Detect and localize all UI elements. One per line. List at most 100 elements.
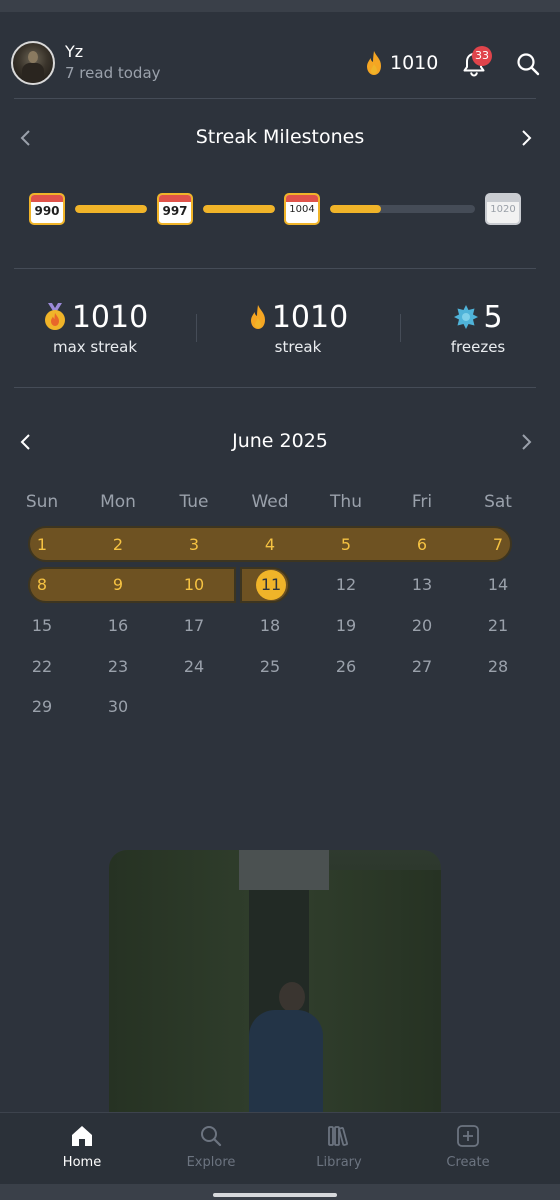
calendar-day[interactable]: 17 [174,611,214,641]
weekday-label: Wed [251,492,289,512]
nav-label: Library [316,1155,362,1170]
calendar-day[interactable]: 23 [98,652,138,682]
avatar[interactable] [11,41,55,85]
library-icon [328,1126,348,1146]
today-marker[interactable]: 11 [256,570,286,600]
milestone-progress-bar [75,205,147,213]
nav-label: Home [62,1155,102,1170]
flame-icon [367,51,381,75]
nav-label: Create [446,1155,490,1170]
system-nav-bar [0,1184,560,1200]
medal-flame-icon [44,303,65,330]
max-streak-label: max streak [52,338,138,356]
nav-home[interactable]: Home [32,1123,132,1179]
user-name: Yz [65,42,84,61]
status-strip [0,0,560,12]
calendar-day[interactable]: 19 [326,611,366,641]
milestone-progress-fill [203,205,275,213]
calendar-day[interactable]: 6 [402,530,442,560]
header-streak-count: 1010 [390,52,439,74]
calendar-day[interactable]: 9 [98,570,138,600]
stat-streak: 1010 streak [208,298,388,356]
milestone-progress-fill [330,205,381,213]
milestone-badge: 997 [157,193,193,225]
avatar-body [22,63,44,83]
calendar-day[interactable]: 18 [250,611,290,641]
home-indicator[interactable] [213,1193,337,1197]
flame-icon [250,305,265,329]
notification-badge: 33 [472,46,492,66]
weekday-label: Sat [484,492,512,512]
calendar-day[interactable]: 12 [326,570,366,600]
milestone-progress-bar [203,205,275,213]
milestones-title: Streak Milestones [195,126,365,148]
header: Yz 7 read today 1010 33 [0,38,560,90]
calendar-day[interactable]: 22 [22,652,62,682]
divider [14,387,536,388]
divider [14,268,536,269]
milestone-label: 1020 [490,204,516,215]
calendar-day[interactable]: 29 [22,692,62,722]
header-streak[interactable]: 1010 [364,50,438,76]
stat-separator [196,314,197,342]
home-icon [72,1126,92,1146]
weekday-label: Fri [411,492,433,512]
calendar-day[interactable]: 1 [22,530,62,560]
calendar-day[interactable]: 10 [174,570,214,600]
calendar-day[interactable]: 26 [326,652,366,682]
user-subtitle: 7 read today [65,64,161,82]
nav-explore[interactable]: Explore [161,1123,261,1179]
weekday-label: Mon [100,492,136,512]
streak-value: 1010 [271,299,349,335]
milestone-label: 1004 [289,204,315,215]
search-icon [201,1126,222,1147]
weekday-label: Thu [330,492,362,512]
person-body [249,1010,323,1112]
calendar-day[interactable]: 21 [478,611,518,641]
milestone-badge: 1004 [284,193,320,225]
weekday-label: Sun [25,492,59,512]
nav-label: Explore [186,1155,236,1170]
calendar-day[interactable]: 30 [98,692,138,722]
calendar-day[interactable]: 16 [98,611,138,641]
nav-create[interactable]: Create [418,1123,518,1179]
stat-max-streak: 1010 max streak [5,298,185,356]
calendar-day[interactable]: 24 [174,652,214,682]
milestone-badge: 990 [29,193,65,225]
badge-cap [286,195,318,202]
badge-cap [159,195,191,202]
plus-square-icon [457,1125,479,1147]
bottom-nav: Home Explore Library Create [0,1112,560,1184]
calendar-day[interactable]: 27 [402,652,442,682]
calendar-day[interactable]: 7 [478,530,518,560]
calendar-month-label: June 2025 [232,430,328,452]
calendar-day[interactable]: 2 [98,530,138,560]
book-cover-image[interactable] [109,850,441,1112]
calendar-day[interactable]: 14 [478,570,518,600]
calendar-day[interactable]: 15 [22,611,62,641]
search-icon[interactable] [514,50,542,78]
freezes-label: freezes [450,338,506,356]
chevron-right-icon[interactable] [514,126,538,150]
calendar-day[interactable]: 28 [478,652,518,682]
avatar-head [28,51,38,63]
milestone-progress-fill [75,205,147,213]
calendar-day[interactable]: 13 [402,570,442,600]
chevron-right-icon[interactable] [514,430,538,454]
calendar-day[interactable]: 8 [22,570,62,600]
calendar-day[interactable]: 4 [250,530,290,560]
calendar-day[interactable]: 3 [174,530,214,560]
person-head [279,982,305,1012]
calendar-day[interactable]: 20 [402,611,442,641]
streak-label: streak [274,338,322,356]
calendar-day[interactable]: 5 [326,530,366,560]
snowflake-icon [454,305,479,329]
milestone-label: 997 [162,204,188,218]
milestone-progress-bar [330,205,475,213]
hedge-left [109,850,249,1112]
nav-library[interactable]: Library [289,1123,389,1179]
divider [14,98,536,99]
calendar-day[interactable]: 25 [250,652,290,682]
milestone-label: 990 [34,204,60,218]
stat-freezes: 5 freezes [388,298,560,357]
